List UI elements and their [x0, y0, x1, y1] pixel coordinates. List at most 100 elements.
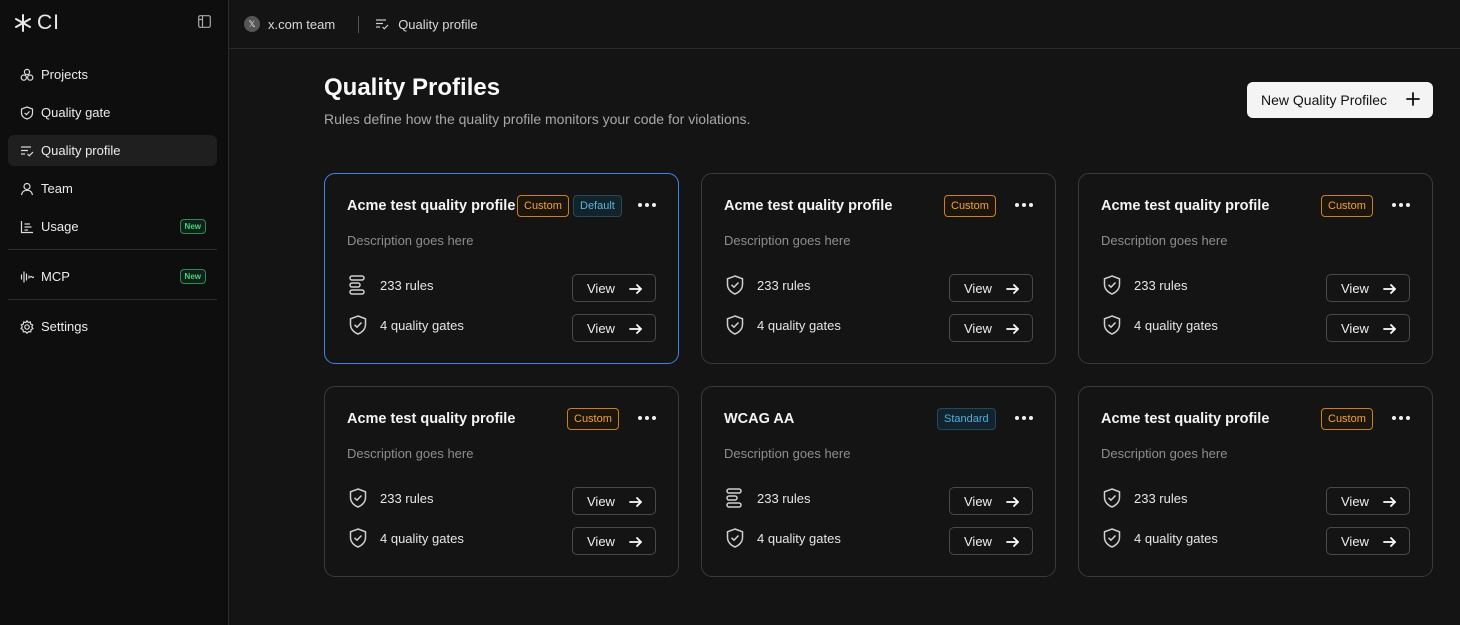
quality-profile-card[interactable]: Acme test quality profile Custom Descrip…: [324, 386, 679, 577]
card-title: Acme test quality profile: [724, 198, 893, 214]
arrow-right-icon: [1006, 496, 1020, 508]
card-description: Description goes here: [724, 446, 851, 461]
waveform-icon: [20, 270, 34, 284]
view-rules-button[interactable]: View: [572, 487, 656, 515]
quality-profile-card[interactable]: Acme test quality profile Custom Descrip…: [1078, 173, 1433, 364]
shield-check-icon: [347, 527, 369, 549]
view-gates-button[interactable]: View: [572, 314, 656, 342]
new-badge: New: [179, 269, 206, 284]
view-rules-button[interactable]: View: [1326, 274, 1410, 302]
card-description: Description goes here: [724, 233, 851, 248]
gear-icon: [20, 319, 34, 334]
sidebar-nav: Projects Quality gate Quality profile Te…: [8, 59, 217, 349]
gates-count: 4 quality gates: [380, 530, 464, 546]
rules-stat: 233 rules: [724, 487, 810, 509]
more-options-icon[interactable]: [1392, 199, 1410, 211]
more-options-icon[interactable]: [638, 199, 656, 211]
new-quality-profile-button[interactable]: New Quality Profilec: [1247, 82, 1433, 118]
quality-profile-grid: Acme test quality profile Custom Default…: [324, 173, 1433, 577]
list-check-icon: [20, 144, 34, 158]
breadcrumb-label: Quality profile: [398, 16, 478, 32]
sidebar-item-label: Team: [41, 181, 73, 196]
rules-stat: 233 rules: [347, 487, 433, 509]
more-options-icon[interactable]: [1015, 412, 1033, 424]
view-rules-button[interactable]: View: [949, 487, 1033, 515]
more-options-icon[interactable]: [1015, 199, 1033, 211]
shield-check-icon: [347, 314, 369, 336]
gates-stat: 4 quality gates: [1101, 314, 1218, 336]
gates-count: 4 quality gates: [1134, 530, 1218, 546]
view-rules-button[interactable]: View: [1326, 487, 1410, 515]
view-rules-button[interactable]: View: [949, 274, 1033, 302]
shield-check-icon: [20, 105, 34, 120]
asterisk-logo-icon: [15, 14, 31, 32]
shield-check-icon: [1101, 314, 1123, 336]
shield-check-icon: [1101, 274, 1123, 296]
gates-count: 4 quality gates: [1134, 317, 1218, 333]
gates-stat: 4 quality gates: [724, 527, 841, 549]
card-title: Acme test quality profile: [1101, 198, 1270, 214]
sidebar-toggle-icon[interactable]: [196, 13, 213, 30]
view-label: View: [1341, 533, 1369, 549]
sidebar-item-usage[interactable]: Usage New: [8, 211, 217, 242]
custom-badge: Custom: [567, 408, 619, 430]
breadcrumb-separator: [358, 15, 360, 33]
view-gates-button[interactable]: View: [949, 314, 1033, 342]
breadcrumb-quality-profile[interactable]: Quality profile: [375, 16, 478, 32]
card-description: Description goes here: [347, 233, 474, 248]
shield-check-icon: [724, 314, 746, 336]
standard-badge: Standard: [937, 408, 996, 430]
app-logo[interactable]: CI: [13, 11, 60, 35]
team-name: x.com team: [268, 16, 336, 32]
quality-profile-card[interactable]: Acme test quality profile Custom Descrip…: [1078, 386, 1433, 577]
shield-check-icon: [724, 527, 746, 549]
gates-stat: 4 quality gates: [1101, 527, 1218, 549]
arrow-right-icon: [1383, 536, 1397, 548]
gates-stat: 4 quality gates: [724, 314, 841, 336]
sidebar-item-settings[interactable]: Settings: [8, 311, 217, 342]
rules-count: 233 rules: [380, 277, 434, 293]
sidebar-item-team[interactable]: Team: [8, 173, 217, 204]
quality-profile-card[interactable]: Acme test quality profile Custom Default…: [324, 173, 679, 364]
new-badge: New: [179, 219, 206, 234]
view-label: View: [587, 280, 615, 296]
sidebar-item-projects[interactable]: Projects: [8, 59, 217, 90]
view-gates-button[interactable]: View: [1326, 314, 1410, 342]
shield-check-icon: [1101, 527, 1123, 549]
view-gates-button[interactable]: View: [949, 527, 1033, 555]
sidebar-item-mcp[interactable]: MCP New: [8, 261, 217, 292]
arrow-right-icon: [629, 496, 643, 508]
rules-count: 233 rules: [757, 277, 811, 293]
quality-profile-card[interactable]: WCAG AA Standard Description goes here 2…: [701, 386, 1056, 577]
view-label: View: [964, 280, 992, 296]
card-description: Description goes here: [1101, 446, 1228, 461]
more-options-icon[interactable]: [1392, 412, 1410, 424]
view-label: View: [964, 320, 992, 336]
team-switcher[interactable]: 𝕏 x.com team: [244, 16, 335, 32]
sidebar-divider: [8, 299, 217, 300]
logo-text: CI: [37, 11, 60, 34]
more-options-icon[interactable]: [638, 412, 656, 424]
quality-profile-card[interactable]: Acme test quality profile Custom Descrip…: [701, 173, 1056, 364]
view-label: View: [964, 533, 992, 549]
chart-icon: [20, 220, 34, 234]
arrow-right-icon: [1383, 323, 1397, 335]
custom-badge: Custom: [944, 195, 996, 217]
card-title: Acme test quality profile: [1101, 411, 1270, 427]
sidebar-item-quality-profile[interactable]: Quality profile: [8, 135, 217, 166]
arrow-right-icon: [1006, 323, 1020, 335]
arrow-right-icon: [1383, 283, 1397, 295]
view-gates-button[interactable]: View: [1326, 527, 1410, 555]
view-gates-button[interactable]: View: [572, 527, 656, 555]
card-description: Description goes here: [347, 446, 474, 461]
sidebar-divider: [8, 249, 217, 250]
rules-list-icon: [724, 487, 746, 509]
sidebar: CI Projects Quality gate Quality profile: [0, 0, 229, 625]
projects-icon: [20, 68, 34, 82]
plus-icon: [1405, 91, 1421, 110]
arrow-right-icon: [1383, 496, 1397, 508]
view-rules-button[interactable]: View: [572, 274, 656, 302]
rules-stat: 233 rules: [347, 274, 433, 296]
arrow-right-icon: [1006, 536, 1020, 548]
sidebar-item-quality-gate[interactable]: Quality gate: [8, 97, 217, 128]
